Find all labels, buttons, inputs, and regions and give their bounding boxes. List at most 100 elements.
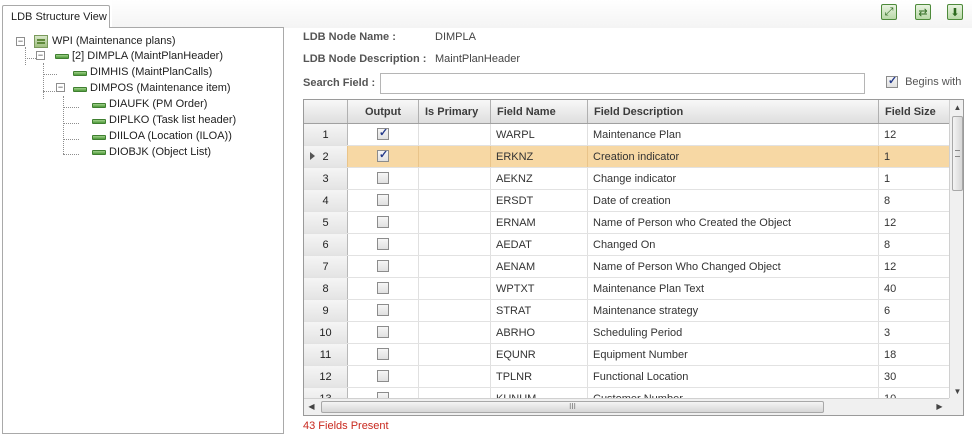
expand-icon[interactable]: ⤢	[881, 4, 897, 20]
row-number[interactable]: 12	[304, 366, 348, 387]
output-cell	[348, 322, 419, 343]
table-row[interactable]: 2 ERKNZCreation indicator 1	[304, 146, 949, 168]
field-size-cell: 40	[884, 283, 897, 295]
table-row[interactable]: 13 KUNUMCustomer Number10	[304, 388, 949, 398]
fields-grid[interactable]: Output Is Primary Field Name Field Descr…	[303, 99, 964, 416]
output-checkbox[interactable]	[377, 326, 389, 339]
begins-with-checkbox[interactable]: Begins with	[886, 74, 961, 89]
table-row[interactable]: 9 STRAT Maintenance strategy 6	[304, 300, 949, 322]
field-description-cell: Maintenance strategy	[588, 300, 879, 321]
scroll-up-icon[interactable]: ▲	[950, 100, 963, 115]
output-checkbox[interactable]	[377, 148, 389, 163]
field-name-cell: WPTXT	[491, 278, 588, 299]
horizontal-scrollbar[interactable]: ◀ III ▶	[304, 398, 949, 415]
field-description-cell: Maintenance Plan Text	[588, 278, 879, 299]
ldb-node-description-value: MaintPlanHeader	[435, 53, 520, 65]
row-number[interactable]: 8	[304, 278, 348, 299]
vertical-scroll-thumb[interactable]	[952, 116, 963, 191]
field-description-cell: Changed On	[588, 234, 879, 255]
output-checkbox[interactable]	[377, 260, 389, 273]
row-number[interactable]: 7	[304, 256, 348, 277]
collapse-icon[interactable]: −	[36, 51, 45, 60]
tree-node-dimpos[interactable]: DIMPOS (Maintenance item)	[90, 82, 231, 94]
row-number[interactable]: 5	[304, 212, 348, 233]
tree-node-diplko[interactable]: DIPLKO (Task list header)	[109, 114, 236, 126]
column-header-field-description[interactable]: Field Description	[588, 100, 879, 123]
output-checkbox[interactable]	[377, 282, 389, 295]
is-primary-cell	[419, 190, 491, 211]
field-size-cell: 8	[884, 195, 891, 207]
table-row[interactable]: 5 ERNAM Name of Person who Created the Obj…	[304, 212, 949, 234]
field-description-cell: Name of Person Who Changed Object	[588, 256, 879, 277]
column-header-field-size[interactable]: Field Size	[879, 100, 949, 123]
grid-body: 1 WARPLMaintenance Plan 12 2 ERKNZCreation i…	[304, 124, 949, 398]
output-checkbox[interactable]	[377, 370, 389, 383]
table-row[interactable]: 12 TPLNR Functional Location 30	[304, 366, 949, 388]
output-checkbox[interactable]	[377, 348, 389, 361]
row-number-label: 10	[319, 327, 332, 339]
horizontal-scroll-thumb[interactable]: III	[321, 401, 824, 413]
column-header-field-name[interactable]: Field Name	[491, 100, 588, 123]
scroll-down-icon[interactable]: ▼	[950, 384, 963, 399]
row-number-label: 8	[322, 283, 329, 295]
row-number[interactable]: 9	[304, 300, 348, 321]
tab-ldb-structure-view[interactable]: LDB Structure View	[2, 5, 110, 28]
tree-connector	[43, 74, 57, 75]
export-icon[interactable]: ⇄	[915, 4, 931, 20]
row-number-label: 11	[319, 349, 332, 361]
tree-node-diobjk[interactable]: DIOBJK (Object List)	[109, 146, 211, 158]
column-header-is-primary[interactable]: Is Primary	[419, 100, 491, 123]
column-header-rownum[interactable]	[304, 100, 348, 123]
field-description-cell: Creation indicator	[588, 146, 879, 167]
table-row[interactable]: 4 ERSDT Date of creation 8	[304, 190, 949, 212]
table-row[interactable]: 11 EQUNR Equipment Number 18	[304, 344, 949, 366]
scroll-right-icon[interactable]: ▶	[932, 399, 947, 415]
row-number[interactable]: 13	[304, 388, 348, 398]
row-number[interactable]: 2	[304, 146, 348, 167]
output-checkbox[interactable]	[377, 126, 389, 141]
checkbox-icon[interactable]	[886, 74, 898, 89]
is-primary-cell	[419, 322, 491, 343]
tree-node-dimpla[interactable]: [2] DIMPLA (MaintPlanHeader)	[72, 50, 223, 62]
output-cell	[348, 146, 419, 167]
row-number[interactable]: 1	[304, 124, 348, 145]
download-icon[interactable]: ⬇	[947, 4, 963, 20]
row-number[interactable]: 6	[304, 234, 348, 255]
table-row[interactable]: 10 ABRHO Scheduling Period 3	[304, 322, 949, 344]
row-number-label: 5	[322, 217, 329, 229]
row-number[interactable]: 10	[304, 322, 348, 343]
column-header-output[interactable]: Output	[348, 100, 419, 123]
collapse-icon[interactable]: −	[56, 83, 65, 92]
tree-node-diiloa[interactable]: DIILOA (Location (ILOA))	[109, 130, 232, 142]
tree-connector	[25, 47, 26, 65]
table-row[interactable]: 3 AEKNZ Change indicator 1	[304, 168, 949, 190]
field-size-cell: 6	[884, 305, 891, 317]
search-field-input[interactable]	[380, 73, 865, 94]
tree-node-dimhis[interactable]: DIMHIS (MaintPlanCalls)	[90, 66, 212, 78]
output-checkbox[interactable]	[377, 238, 389, 251]
row-number[interactable]: 4	[304, 190, 348, 211]
fields-present-status: 43 Fields Present	[303, 420, 389, 432]
output-cell	[348, 256, 419, 277]
table-row[interactable]: 1 WARPLMaintenance Plan 12	[304, 124, 949, 146]
scroll-left-icon[interactable]: ◀	[304, 399, 319, 415]
table-row[interactable]: 6 AEDAT Changed On 8	[304, 234, 949, 256]
output-checkbox[interactable]	[377, 172, 389, 185]
collapse-icon[interactable]: −	[16, 37, 25, 46]
output-cell	[348, 366, 419, 387]
field-size-cell: 30	[884, 371, 897, 383]
vertical-scrollbar[interactable]: ▲ ▼	[949, 100, 963, 399]
output-checkbox[interactable]	[377, 216, 389, 229]
ldb-structure-tree[interactable]: − WPI (Maintenance plans) − [2] DIMPLA (…	[2, 27, 284, 434]
output-checkbox[interactable]	[377, 194, 389, 207]
row-number[interactable]: 11	[304, 344, 348, 365]
row-number[interactable]: 3	[304, 168, 348, 189]
tree-node-wpi[interactable]: WPI (Maintenance plans)	[52, 35, 176, 47]
search-field-label: Search Field :	[303, 77, 376, 89]
table-row[interactable]: 8 WPTXT Maintenance Plan Text 40	[304, 278, 949, 300]
tree-node-diaufk[interactable]: DIAUFK (PM Order)	[109, 98, 207, 110]
output-checkbox[interactable]	[377, 304, 389, 317]
field-size-cell: 10	[879, 388, 949, 398]
field-name-cell: ERSDT	[491, 190, 588, 211]
table-row[interactable]: 7 AENAM Name of Person Who Changed Object 1…	[304, 256, 949, 278]
